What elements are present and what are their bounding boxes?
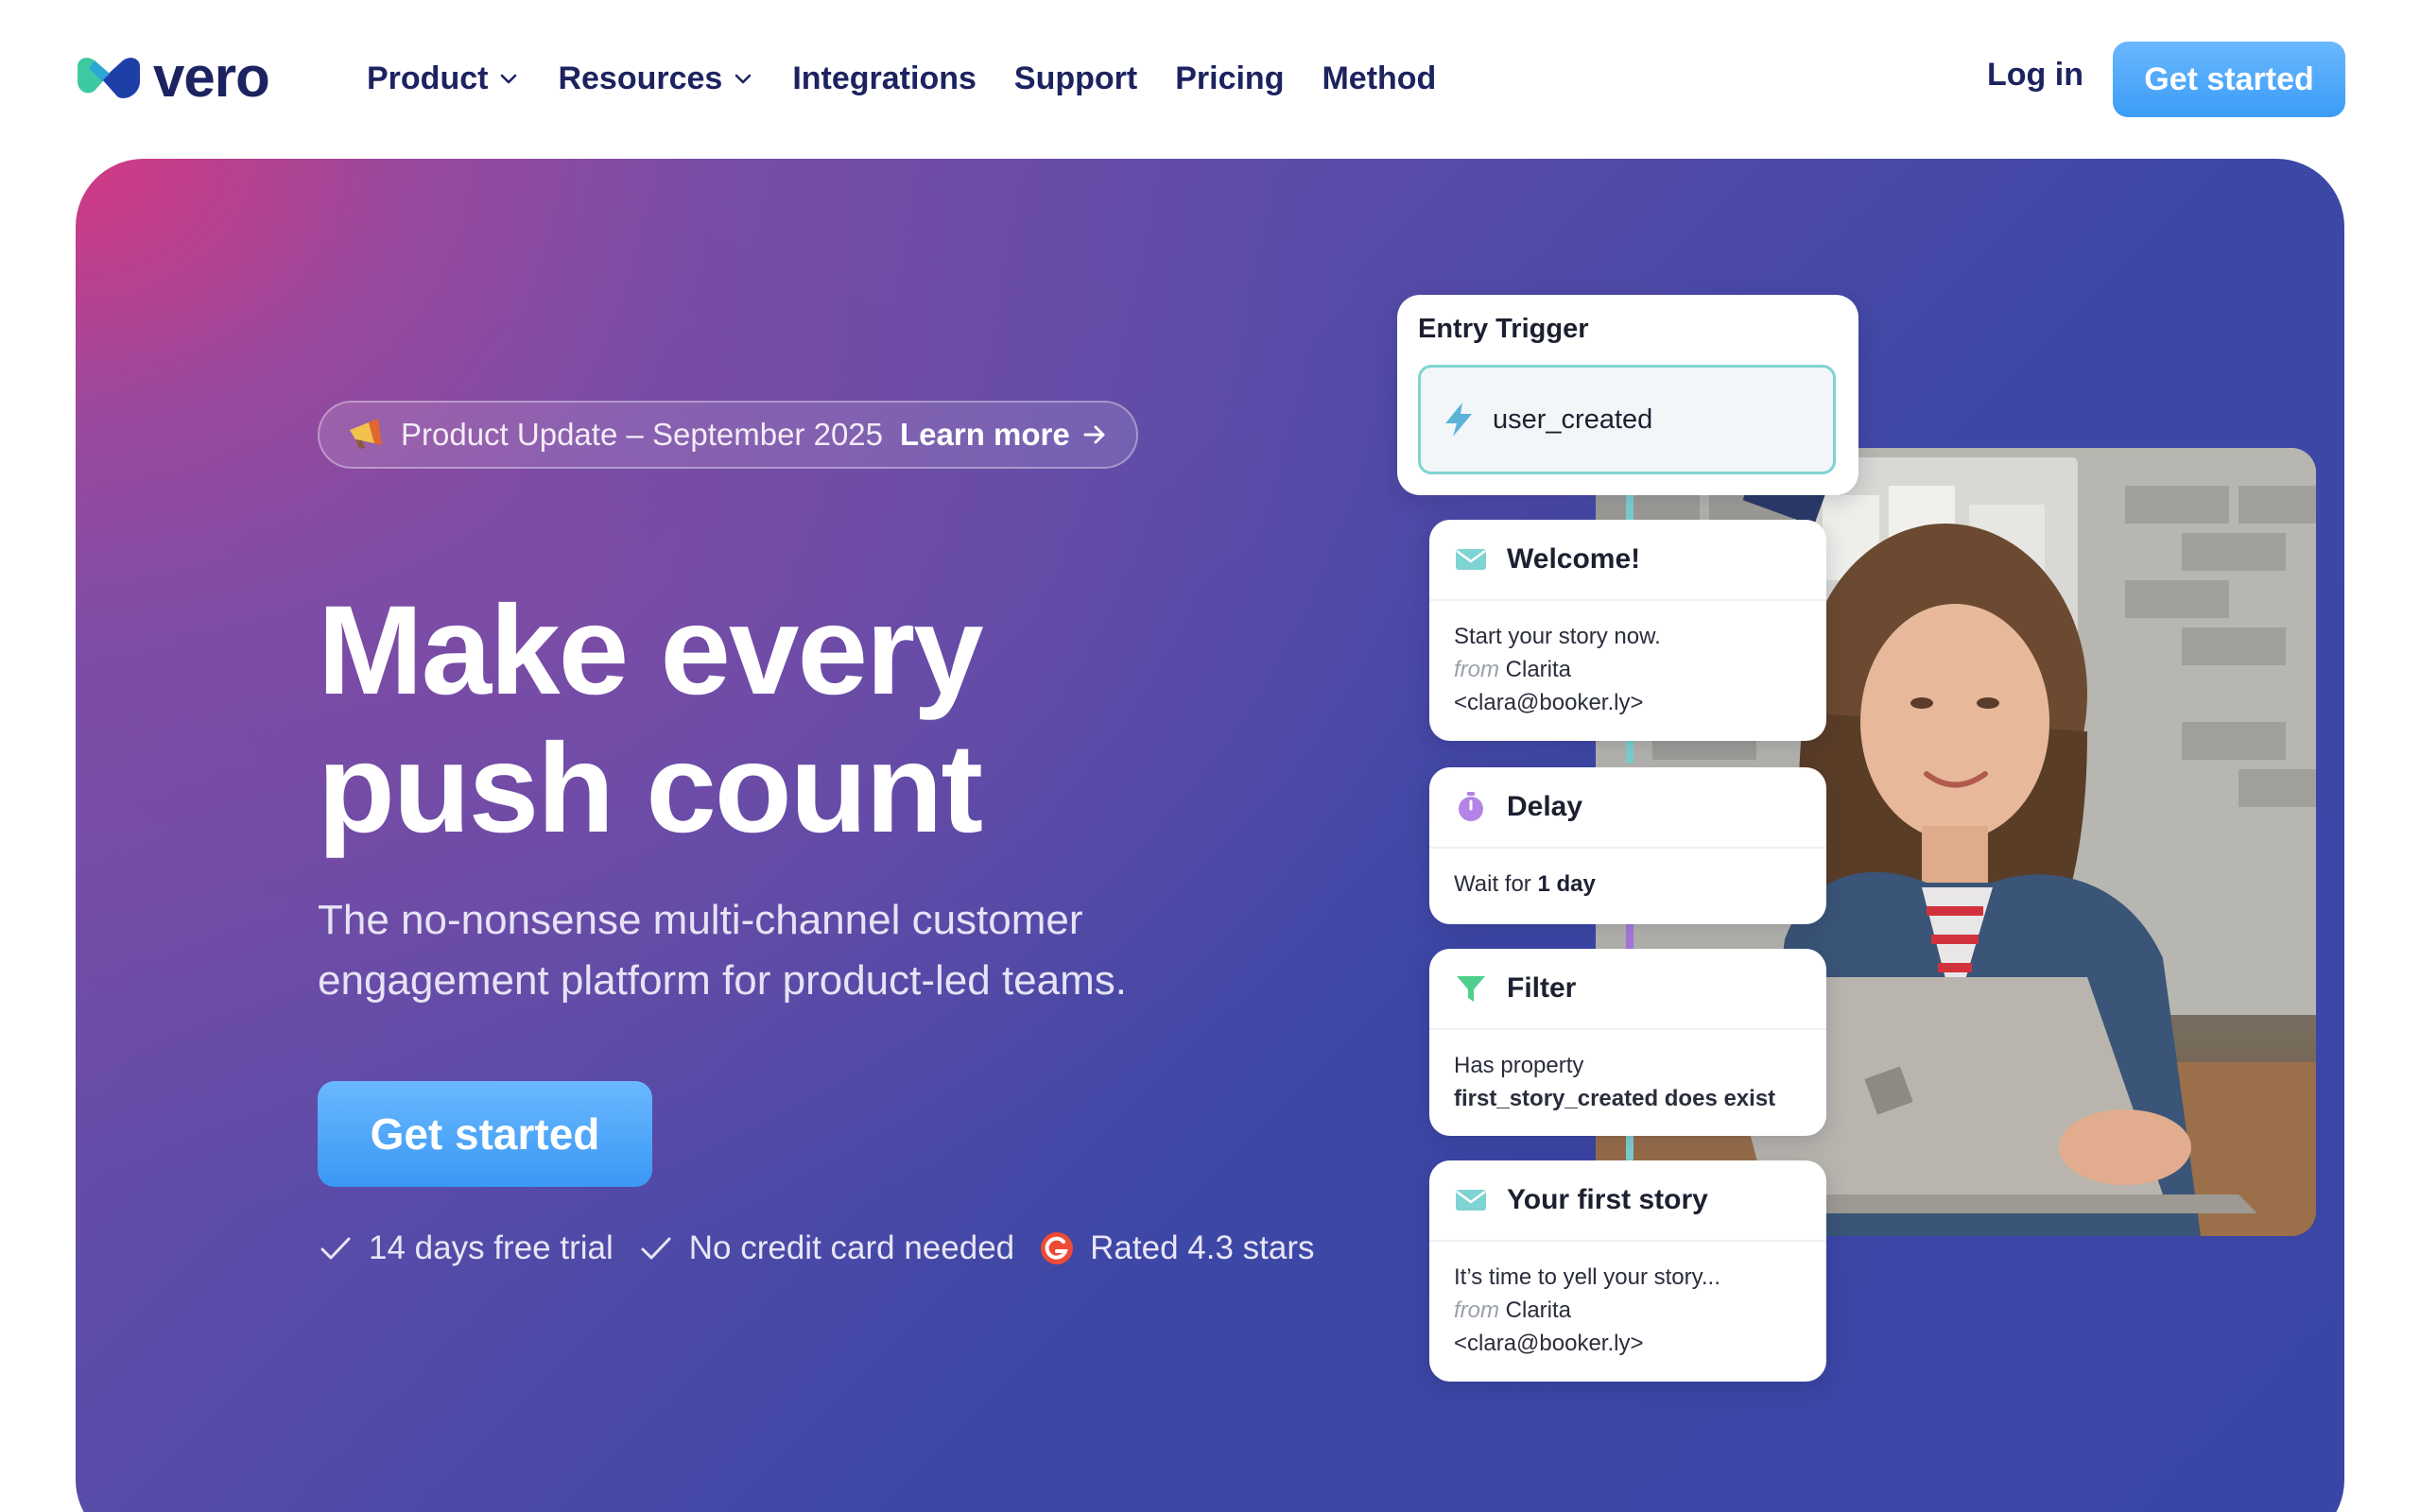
step-title: Filter <box>1507 972 1577 1004</box>
workflow-step-welcome[interactable]: Welcome! Start your story now. from Clar… <box>1429 520 1826 741</box>
login-link[interactable]: Log in <box>1987 57 2083 94</box>
step-body: Wait for 1 day <box>1429 849 1826 919</box>
vero-logo-icon <box>78 58 140 99</box>
nav-product-label: Product <box>367 60 489 96</box>
perk-no-card-label: No credit card needed <box>688 1229 1015 1266</box>
mail-icon <box>1456 549 1486 570</box>
nav-product[interactable]: Product <box>367 60 520 97</box>
entry-trigger-card[interactable]: Entry Trigger user_created <box>1397 295 1858 495</box>
flow-connector-4 <box>1626 1132 1634 1160</box>
sender-email: <clara@booker.ly> <box>1454 690 1644 715</box>
top-nav: vero Product Resources Integrations Supp… <box>0 0 2420 157</box>
step-body: Start your story now. from Clarita <clar… <box>1429 601 1826 738</box>
hero-get-started-button[interactable]: Get started <box>318 1081 652 1187</box>
step-subject: Start your story now. <box>1454 624 1661 649</box>
trigger-event-box[interactable]: user_created <box>1418 365 1836 474</box>
sender-email: <clara@booker.ly> <box>1454 1331 1644 1356</box>
step-header: Filter <box>1429 949 1826 1030</box>
step-sender: from Clarita <box>1454 653 1802 686</box>
perk-no-card: No credit card needed <box>638 1229 1014 1267</box>
nav-support[interactable]: Support <box>1014 60 1137 97</box>
nav-get-started-button[interactable]: Get started <box>2113 42 2345 117</box>
learn-more-link[interactable]: Learn more <box>900 417 1108 453</box>
step-subject: It’s time to yell your story... <box>1454 1264 1720 1290</box>
hero-subhead: The no-nonsense multi-channel customer e… <box>318 890 1357 1011</box>
nav-pricing-label: Pricing <box>1175 60 1285 96</box>
perk-rating-label: Rated 4.3 stars <box>1090 1229 1315 1266</box>
hero-headline: Make every push count <box>318 582 1357 858</box>
step-header: Welcome! <box>1429 520 1826 601</box>
nav-integrations[interactable]: Integrations <box>792 60 977 97</box>
nav-resources-label: Resources <box>558 60 723 96</box>
lightning-icon <box>1445 403 1472 437</box>
perk-rating[interactable]: Rated 4.3 stars <box>1039 1229 1314 1267</box>
workflow-step-filter[interactable]: Filter Has property first_story_created … <box>1429 949 1826 1136</box>
step-header: Delay <box>1429 767 1826 849</box>
vero-logo[interactable]: vero <box>74 45 270 109</box>
delay-prefix: Wait for <box>1454 871 1531 897</box>
entry-trigger-title: Entry Trigger <box>1418 314 1589 344</box>
workflow-step-delay[interactable]: Delay Wait for 1 day <box>1429 767 1826 924</box>
brand-name: vero <box>153 45 270 109</box>
g2-icon <box>1041 1232 1074 1264</box>
check-icon <box>641 1237 671 1260</box>
step-body: It’s time to yell your story... from Cla… <box>1429 1242 1826 1379</box>
workflow-step-first-story[interactable]: Your first story It’s time to yell your … <box>1429 1160 1826 1382</box>
sender-name: Clarita <box>1505 657 1572 682</box>
step-title: Delay <box>1507 791 1583 822</box>
announcement-pill[interactable]: Product Update – September 2025 Learn mo… <box>318 401 1138 469</box>
perk-free-trial: 14 days free trial <box>318 1229 614 1267</box>
nav-method-label: Method <box>1322 60 1437 96</box>
from-label: from <box>1454 657 1499 682</box>
nav-support-label: Support <box>1013 60 1138 96</box>
headline-line-1: Make every <box>318 580 984 721</box>
perk-free-trial-label: 14 days free trial <box>369 1229 614 1266</box>
mail-icon <box>1456 1190 1486 1211</box>
nav-pricing[interactable]: Pricing <box>1175 60 1284 97</box>
step-header: Your first story <box>1429 1160 1826 1242</box>
filter-icon <box>1457 976 1485 1002</box>
sender-name: Clarita <box>1505 1297 1572 1323</box>
nav-integrations-label: Integrations <box>792 60 977 96</box>
trigger-event-name: user_created <box>1493 404 1653 435</box>
subhead-line-1: The no-nonsense multi-channel customer <box>318 897 1083 943</box>
delay-value: 1 day <box>1537 871 1596 897</box>
main-nav: Product Resources Integrations Support P… <box>367 53 1436 104</box>
filter-condition-value: first_story_created does exist <box>1454 1086 1776 1111</box>
arrow-right-icon <box>1083 425 1105 444</box>
step-title: Welcome! <box>1507 543 1641 575</box>
from-label: from <box>1454 1297 1499 1323</box>
nav-resources[interactable]: Resources <box>558 60 754 97</box>
filter-condition-label: Has property <box>1454 1053 1584 1078</box>
step-sender: from Clarita <box>1454 1294 1802 1327</box>
learn-more-label: Learn more <box>900 417 1070 452</box>
check-icon <box>320 1237 351 1260</box>
announcement-text: Product Update – September 2025 <box>401 417 884 452</box>
headline-line-2: push count <box>318 718 983 859</box>
hero-section: Product Update – September 2025 Learn mo… <box>76 159 2344 1512</box>
chevron-down-icon <box>501 74 517 84</box>
hero-perks: 14 days free trial No credit card needed… <box>318 1225 1314 1272</box>
step-title: Your first story <box>1507 1184 1708 1215</box>
subhead-line-2: engagement platform for product-led team… <box>318 957 1128 1004</box>
chevron-down-icon <box>735 74 752 84</box>
timer-icon <box>1459 792 1483 821</box>
flow-connector-3 <box>1626 922 1634 951</box>
step-body: Has property first_story_created does ex… <box>1429 1030 1826 1134</box>
nav-method[interactable]: Method <box>1322 60 1436 97</box>
megaphone-icon <box>350 419 382 449</box>
